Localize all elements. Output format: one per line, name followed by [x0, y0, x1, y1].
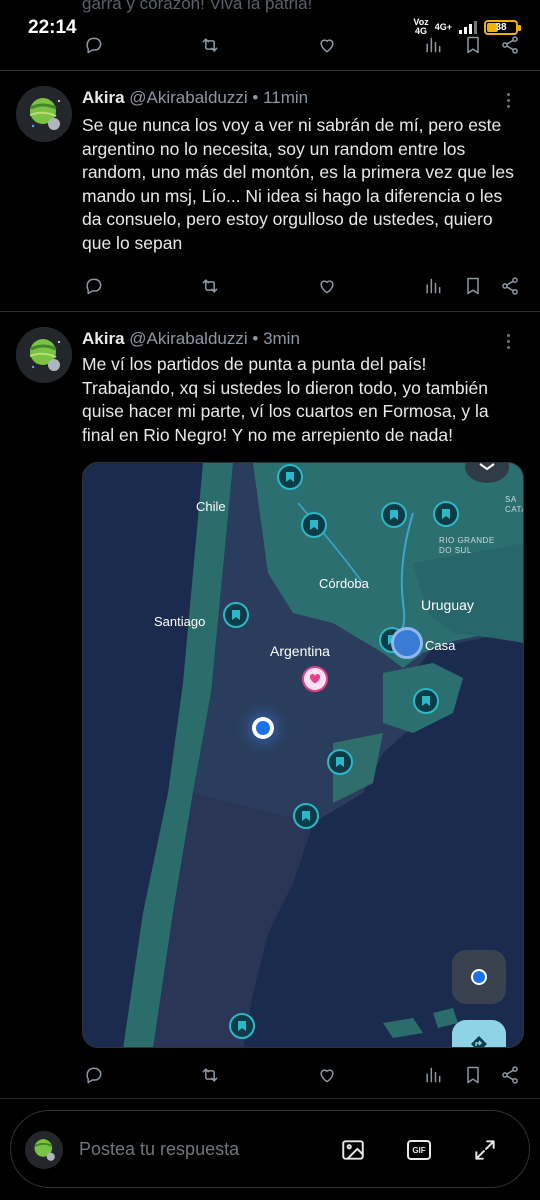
- directions-icon: [471, 1036, 487, 1047]
- heart-icon[interactable]: [315, 1063, 339, 1087]
- signal-icon: [459, 21, 477, 34]
- status-indicators: Voz 4G 4G+ 38: [413, 17, 521, 36]
- saved-place-pin[interactable]: [381, 502, 407, 528]
- tweet-text: Se que nunca los voy a ver ni sabrán de …: [82, 115, 514, 253]
- tweet-time[interactable]: 3min: [263, 329, 300, 348]
- avatar[interactable]: [16, 327, 72, 383]
- map-label-chile: Chile: [196, 499, 226, 514]
- tweet-actions: [82, 274, 522, 298]
- avatar[interactable]: [16, 86, 72, 142]
- author-handle[interactable]: @Akirabalduzzi: [129, 329, 247, 348]
- saved-place-pin[interactable]: [433, 501, 459, 527]
- reply-icon[interactable]: [82, 274, 106, 298]
- tweet-text: Me ví los partidos de punta a punta del …: [82, 354, 489, 445]
- expand-icon[interactable]: [471, 1136, 499, 1164]
- current-location-dot: [252, 717, 274, 739]
- my-location-button[interactable]: [452, 950, 506, 1004]
- avatar: [25, 1131, 63, 1169]
- image-icon[interactable]: [339, 1136, 367, 1164]
- favorite-place-pin[interactable]: [302, 666, 328, 692]
- separator-dot: •: [252, 88, 259, 107]
- views-icon[interactable]: [421, 1063, 445, 1087]
- views-icon[interactable]: [421, 274, 445, 298]
- map-label-santa-catarina: SA CATA: [505, 495, 523, 514]
- directions-button[interactable]: [452, 1020, 506, 1047]
- more-options-icon[interactable]: [498, 88, 518, 112]
- chevron-down-icon: [479, 463, 495, 471]
- author-name[interactable]: Akira: [82, 329, 125, 348]
- retweet-icon[interactable]: [198, 1063, 222, 1087]
- status-time: 22:14: [28, 17, 77, 38]
- map-label-argentina: Argentina: [270, 643, 330, 659]
- saved-place-pin[interactable]: [301, 512, 327, 538]
- map-label-cordoba: Córdoba: [319, 576, 369, 591]
- tweet-header: Akira @Akirabalduzzi • 3min: [82, 329, 300, 349]
- retweet-icon[interactable]: [198, 274, 222, 298]
- tweet-actions: [82, 1063, 522, 1087]
- map-label-santiago: Santiago: [154, 614, 206, 629]
- author-name[interactable]: Akira: [82, 88, 125, 107]
- battery-icon: 38: [484, 19, 521, 35]
- tweet-header: Akira @Akirabalduzzi • 11min: [82, 88, 308, 108]
- saved-place-pin[interactable]: [293, 803, 319, 829]
- map-label-rio-grande: RIO GRANDE DO SUL: [439, 536, 495, 555]
- bookmark-icon[interactable]: [461, 1063, 485, 1087]
- map-image[interactable]: Chile RIO GRANDE DO SUL SA CATA Córdoba …: [82, 462, 524, 1048]
- previous-tweet-text: garra y corazon! Viva la patria!: [82, 0, 313, 13]
- bookmark-icon[interactable]: [461, 274, 485, 298]
- map-label-uruguay: Uruguay: [421, 597, 474, 613]
- location-target-icon: [471, 969, 487, 985]
- saved-place-pin[interactable]: [277, 464, 303, 490]
- saved-place-pin[interactable]: [413, 688, 439, 714]
- reply-input[interactable]: Postea tu respuesta: [79, 1139, 239, 1160]
- status-bar: garra y corazon! Viva la patria! 22:14 V…: [0, 0, 540, 56]
- divider: [0, 1098, 540, 1099]
- gif-icon[interactable]: GIF: [405, 1136, 433, 1164]
- tweet-time[interactable]: 11min: [263, 88, 308, 107]
- separator-dot: •: [252, 329, 259, 348]
- location-cluster[interactable]: [391, 627, 423, 659]
- reply-icon[interactable]: [82, 1063, 106, 1087]
- heart-icon[interactable]: [315, 274, 339, 298]
- network-label-2: 4G+: [434, 21, 452, 32]
- map-label-casa: Casa: [425, 638, 456, 653]
- saved-place-pin[interactable]: [327, 749, 353, 775]
- share-icon[interactable]: [498, 274, 522, 298]
- saved-place-pin[interactable]: [229, 1013, 255, 1039]
- reply-composer[interactable]: Postea tu respuesta GIF: [10, 1110, 530, 1188]
- more-options-icon[interactable]: [498, 329, 518, 353]
- author-handle[interactable]: @Akirabalduzzi: [129, 88, 247, 107]
- network-label: Voz 4G: [413, 17, 429, 36]
- saved-place-pin[interactable]: [223, 602, 249, 628]
- share-icon[interactable]: [498, 1063, 522, 1087]
